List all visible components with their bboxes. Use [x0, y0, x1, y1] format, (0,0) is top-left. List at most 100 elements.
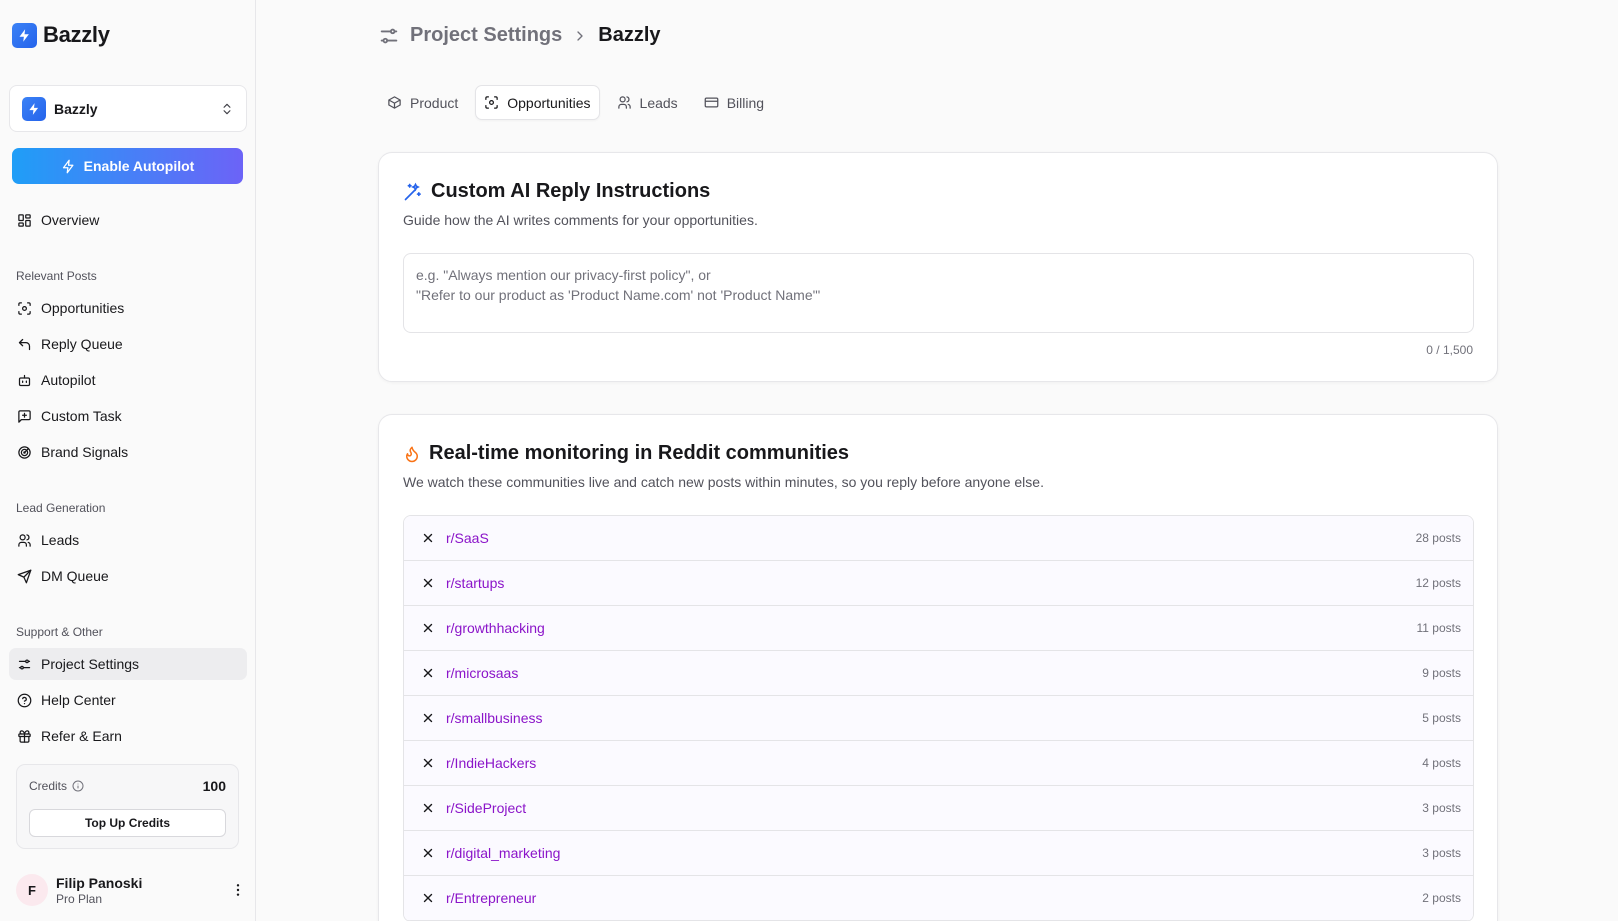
nav-section-leads: Lead Generation — [16, 501, 106, 515]
subreddit-row: r/startups 12 posts — [404, 561, 1473, 606]
subreddit-link[interactable]: r/IndieHackers — [446, 755, 1422, 771]
remove-subreddit-icon[interactable] — [420, 620, 436, 636]
subreddit-post-count: 3 posts — [1422, 846, 1461, 860]
user-name: Filip Panoski — [56, 874, 143, 891]
bolt-logo-icon — [12, 22, 37, 48]
remove-subreddit-icon[interactable] — [420, 755, 436, 771]
nav-section-relevant: Relevant Posts — [16, 269, 97, 283]
tab-label: Leads — [639, 94, 678, 111]
nav-section-support: Support & Other — [16, 625, 103, 639]
sidebar-item-label: Custom Task — [41, 408, 122, 424]
subreddit-post-count: 2 posts — [1422, 891, 1461, 905]
subreddit-post-count: 11 posts — [1416, 621, 1461, 635]
sidebar-item-label: Refer & Earn — [41, 728, 122, 744]
sidebar-item-help-center[interactable]: Help Center — [9, 684, 247, 716]
remove-subreddit-icon[interactable] — [420, 845, 436, 861]
remove-subreddit-icon[interactable] — [420, 575, 436, 591]
zap-icon — [61, 159, 76, 174]
scan-icon — [16, 300, 32, 316]
remove-subreddit-icon[interactable] — [420, 665, 436, 681]
subreddit-post-count: 4 posts — [1422, 756, 1461, 770]
sidebar-item-autopilot[interactable]: Autopilot — [9, 364, 247, 396]
brand-name: Bazzly — [43, 22, 110, 47]
credits-label-row: Credits — [29, 779, 84, 793]
scan-icon — [484, 95, 499, 110]
user-info: Filip Panoski Pro Plan — [56, 875, 230, 906]
remove-subreddit-icon[interactable] — [420, 530, 436, 546]
breadcrumb-current: Bazzly — [598, 24, 661, 46]
enable-autopilot-label: Enable Autopilot — [83, 158, 195, 174]
card-title: Custom AI Reply Instructions — [431, 180, 711, 202]
sidebar-item-brand-signals[interactable]: Brand Signals — [9, 436, 247, 468]
tab-opportunities[interactable]: Opportunities — [475, 85, 600, 120]
subreddit-link[interactable]: r/SideProject — [446, 800, 1422, 816]
tab-label: Billing — [726, 94, 765, 111]
more-vertical-icon[interactable] — [230, 882, 246, 898]
subreddit-post-count: 9 posts — [1422, 666, 1461, 680]
subreddit-row: r/growthhacking 11 posts — [404, 606, 1473, 651]
project-switcher[interactable]: Bazzly — [9, 85, 247, 132]
tab-label: Product — [410, 94, 459, 111]
custom-reply-title-row: Custom AI Reply Instructions — [403, 180, 710, 203]
magic-wand-icon — [403, 182, 423, 202]
credits-value: 100 — [202, 778, 226, 794]
custom-reply-card: Custom AI Reply Instructions Guide how t… — [378, 152, 1498, 382]
sidebar-item-reply-queue[interactable]: Reply Queue — [9, 328, 247, 360]
sidebar-item-label: Help Center — [41, 692, 116, 708]
remove-subreddit-icon[interactable] — [420, 890, 436, 906]
settings-sliders-icon — [16, 656, 32, 672]
help-circle-icon — [16, 692, 32, 708]
subreddit-post-count: 5 posts — [1422, 711, 1461, 725]
sidebar-item-custom-task[interactable]: Custom Task — [9, 400, 247, 432]
remove-subreddit-icon[interactable] — [420, 800, 436, 816]
users-icon — [16, 532, 32, 548]
subreddit-list: r/SaaS 28 posts r/startups 12 posts r/growth… — [403, 515, 1474, 921]
tab-leads[interactable]: Leads — [608, 85, 687, 120]
remove-subreddit-icon[interactable] — [420, 710, 436, 726]
breadcrumb: Project Settings Bazzly — [378, 24, 661, 47]
credit-card-icon — [704, 95, 719, 110]
subreddit-link[interactable]: r/Entrepreneur — [446, 890, 1422, 906]
subreddit-link[interactable]: r/digital_marketing — [446, 845, 1422, 861]
sidebar: Bazzly Bazzly Enable Autopilot Overview … — [0, 0, 256, 921]
sidebar-item-label: Reply Queue — [41, 336, 123, 352]
sidebar-item-label: Opportunities — [41, 300, 125, 316]
subreddit-post-count: 12 posts — [1415, 576, 1461, 590]
subreddit-link[interactable]: r/microsaas — [446, 665, 1422, 681]
tab-product[interactable]: Product — [378, 85, 467, 120]
subreddit-link[interactable]: r/startups — [446, 575, 1416, 591]
box-icon — [387, 95, 402, 110]
sidebar-item-project-settings[interactable]: Project Settings — [9, 648, 247, 680]
subreddit-link[interactable]: r/SaaS — [446, 530, 1416, 546]
users-icon — [617, 95, 632, 110]
reply-instructions-input[interactable] — [403, 253, 1474, 333]
subreddit-link[interactable]: r/growthhacking — [446, 620, 1417, 636]
sidebar-item-label: Project Settings — [41, 656, 140, 672]
sidebar-item-overview[interactable]: Overview — [9, 204, 247, 236]
subreddit-row: r/Entrepreneur 2 posts — [404, 876, 1473, 921]
tab-billing[interactable]: Billing — [695, 85, 773, 120]
breadcrumb-parent[interactable]: Project Settings — [410, 24, 562, 47]
subreddit-link[interactable]: r/smallbusiness — [446, 710, 1422, 726]
enable-autopilot-button[interactable]: Enable Autopilot — [12, 148, 243, 184]
subreddit-row: r/microsaas 9 posts — [404, 651, 1473, 696]
top-up-credits-button[interactable]: Top Up Credits — [29, 809, 226, 837]
sidebar-item-label: DM Queue — [41, 568, 109, 584]
info-icon[interactable] — [72, 780, 84, 792]
sidebar-item-refer-earn[interactable]: Refer & Earn — [9, 720, 247, 752]
subreddit-row: r/SideProject 3 posts — [404, 786, 1473, 831]
gift-icon — [16, 728, 32, 744]
sidebar-item-opportunities[interactable]: Opportunities — [9, 292, 247, 324]
sidebar-item-dm-queue[interactable]: DM Queue — [9, 560, 247, 592]
flame-icon — [403, 444, 421, 464]
chevron-right-icon — [572, 28, 588, 44]
project-logo-icon — [22, 96, 46, 121]
user-menu[interactable]: F Filip Panoski Pro Plan — [16, 872, 246, 908]
credits-card: Credits 100 Top Up Credits — [16, 764, 239, 849]
chevrons-up-down-icon — [220, 102, 234, 116]
brand[interactable]: Bazzly — [12, 22, 110, 48]
sidebar-item-leads[interactable]: Leads — [9, 524, 247, 556]
subreddit-post-count: 28 posts — [1415, 531, 1461, 545]
reddit-monitoring-card: Real-time monitoring in Reddit communiti… — [378, 414, 1498, 921]
sidebar-item-label: Autopilot — [41, 372, 96, 388]
